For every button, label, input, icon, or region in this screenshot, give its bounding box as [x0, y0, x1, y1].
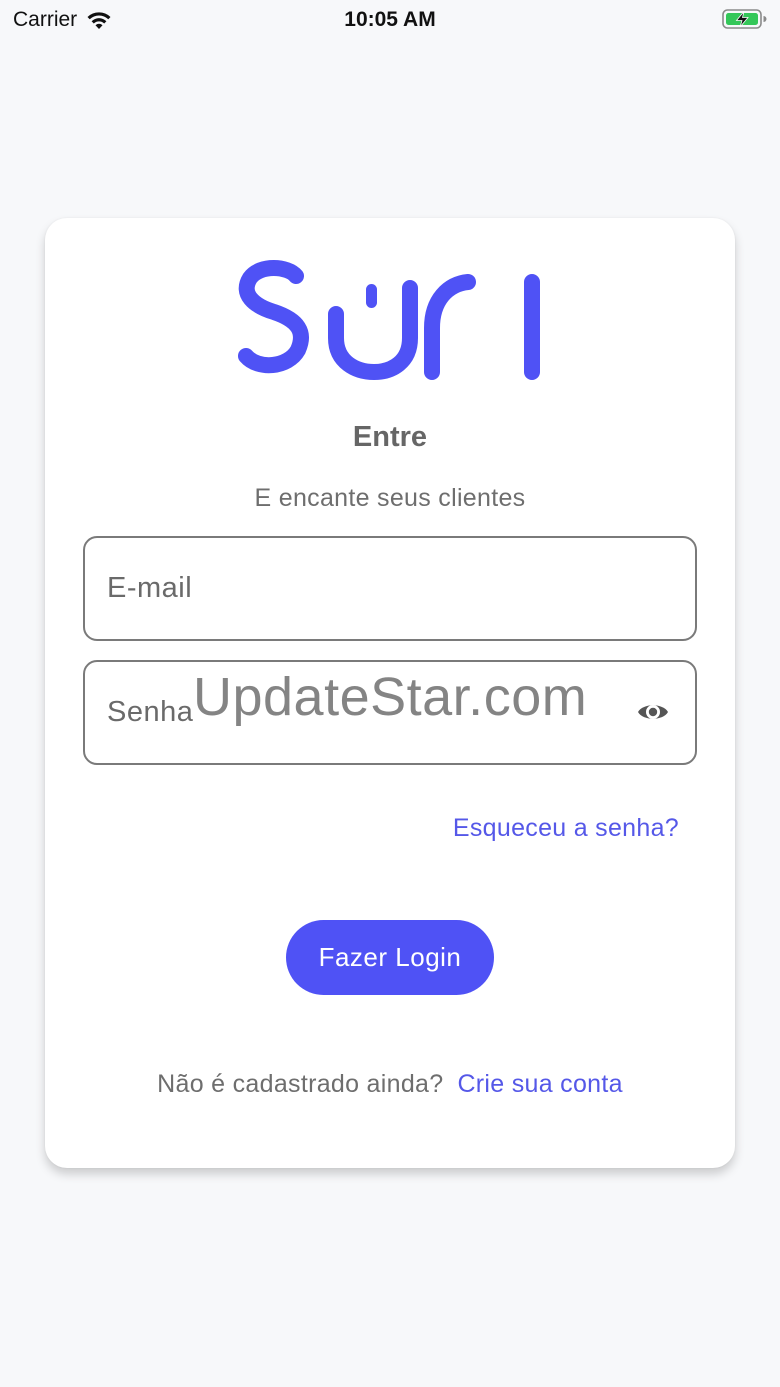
suri-logo: [238, 260, 540, 380]
page-subtitle: E encante seus clientes: [254, 484, 526, 512]
create-account-link[interactable]: Crie sua conta: [457, 1070, 622, 1098]
password-field[interactable]: [83, 660, 697, 765]
status-time: 10:05 AM: [344, 8, 436, 31]
signup-row: Não é cadastrado ainda? Crie sua conta: [45, 1070, 735, 1099]
password-input[interactable]: [107, 662, 627, 763]
login-button[interactable]: Fazer Login: [286, 920, 494, 995]
forgot-password-link[interactable]: Esqueceu a senha?: [453, 814, 679, 843]
login-screen: Carrier 10:05 AM Entre E encante seus cl…: [0, 0, 780, 1387]
battery-charging-icon: [722, 9, 767, 29]
email-field[interactable]: [83, 536, 697, 641]
signup-prompt: Não é cadastrado ainda?: [157, 1070, 444, 1098]
email-input[interactable]: [107, 538, 627, 639]
login-card: Entre E encante seus clientes UpdateStar…: [45, 218, 735, 1168]
status-bar: Carrier 10:05 AM: [0, 0, 780, 40]
page-title: Entre: [352, 421, 428, 453]
eye-icon[interactable]: [637, 700, 669, 724]
